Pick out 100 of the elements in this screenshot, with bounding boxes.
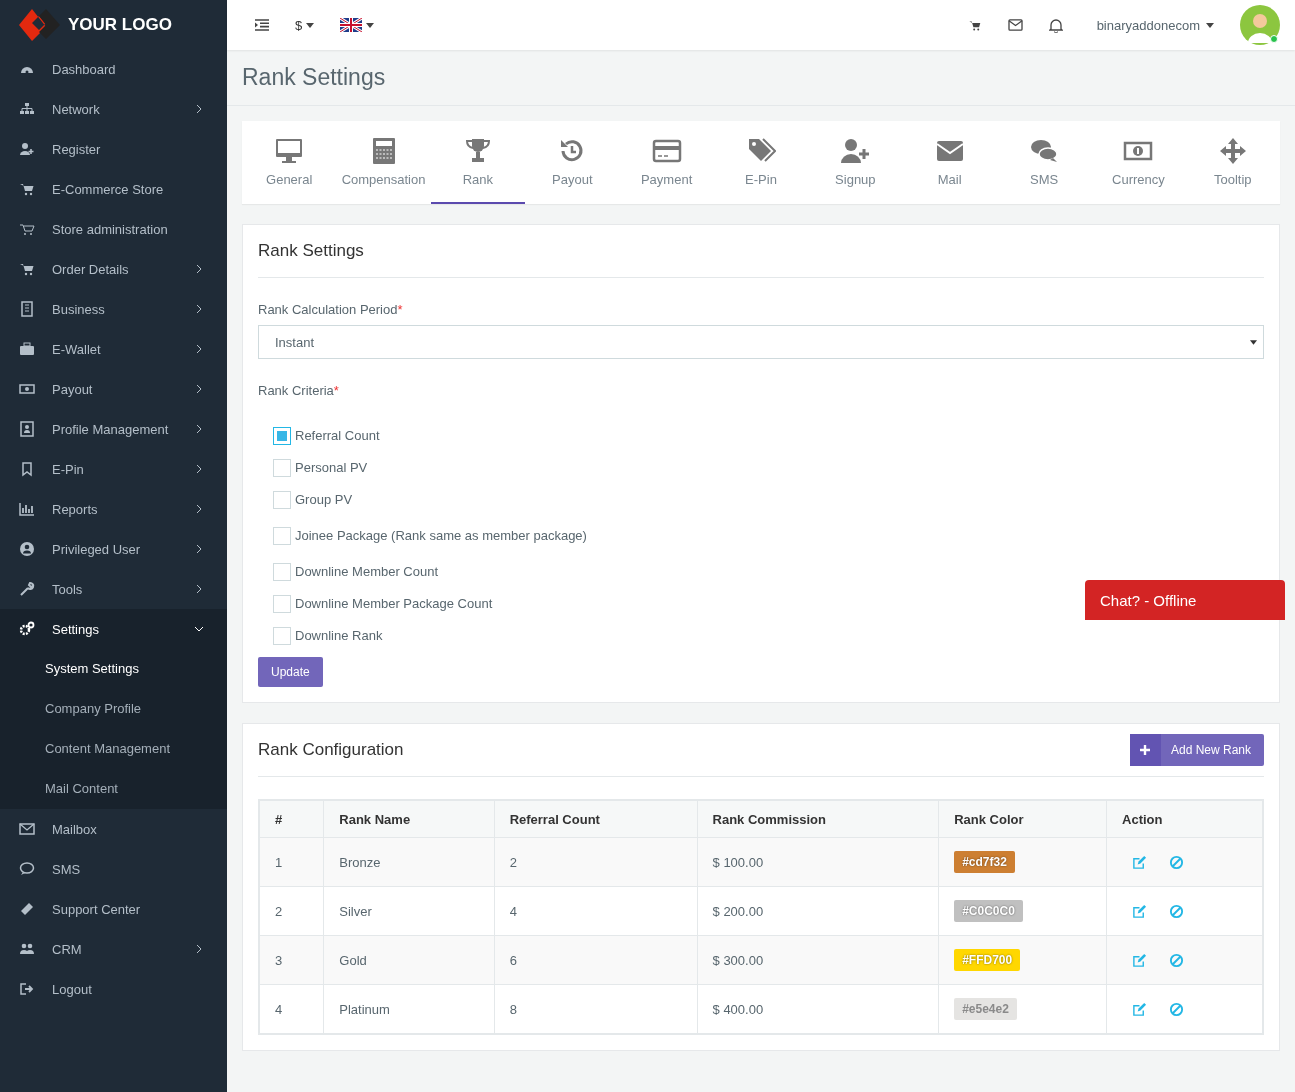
table-cell: 3 [259, 935, 324, 985]
settings-tab[interactable]: General [242, 121, 337, 204]
checkbox-label: Personal PV [295, 460, 368, 475]
sidebar-item[interactable]: Support Center [0, 889, 227, 929]
sidebar-item[interactable]: Settings [0, 609, 227, 649]
checkbox-label: Group PV [295, 492, 353, 507]
checkbox[interactable] [273, 458, 291, 477]
user-plus-icon [840, 136, 871, 166]
sidebar-item[interactable]: Tools [0, 569, 227, 609]
column-header: Rank Color [938, 800, 1107, 838]
color-badge: #FFD700 [954, 949, 1021, 971]
cart-icon[interactable] [967, 18, 982, 32]
sidebar-item[interactable]: E-Commerce Store [0, 169, 227, 209]
sidebar-subitem[interactable]: Mail Content [0, 769, 227, 809]
checkbox[interactable] [273, 626, 291, 645]
envelope-icon[interactable] [1007, 18, 1023, 32]
sidebar-item[interactable]: Order Details [0, 249, 227, 289]
sidebar-item[interactable]: Register [0, 129, 227, 169]
field-label: Rank Calculation Period* [258, 302, 404, 317]
checkbox-label: Downline Member Count [295, 564, 439, 579]
block-icon[interactable] [1169, 854, 1185, 870]
checkbox-label: Referral Count [295, 428, 380, 443]
checkbox[interactable] [273, 426, 291, 445]
sidebar-item[interactable]: Business [0, 289, 227, 329]
sidebar-item[interactable]: Reports [0, 489, 227, 529]
bookmark-icon [19, 461, 35, 477]
card-title: Rank Configuration [258, 740, 404, 760]
sidebar-item[interactable]: Dashboard [0, 49, 227, 89]
menu-icon[interactable] [255, 19, 269, 31]
sidebar-subitem[interactable]: Company Profile [0, 689, 227, 729]
monitor-icon [274, 136, 305, 166]
table-cell: 1 [259, 837, 324, 887]
settings-tab[interactable]: Rank [430, 121, 526, 204]
field-label: Rank Criteria* [258, 383, 340, 398]
edit-icon[interactable] [1132, 854, 1148, 870]
settings-tab[interactable]: Payout [525, 121, 620, 204]
chat-widget-button[interactable]: Chat? - Offline [1085, 580, 1285, 620]
settings-tab[interactable]: Signup [808, 121, 903, 204]
cart-icon [19, 261, 35, 277]
settings-tab[interactable]: SMS [996, 121, 1092, 204]
sidebar-item[interactable]: Payout [0, 369, 227, 409]
chat-bubble-icon [19, 861, 35, 877]
block-icon[interactable] [1169, 903, 1185, 919]
column-header: Rank Commission [697, 800, 939, 838]
sidebar-subitem[interactable]: Content Management [0, 729, 227, 769]
envelope-icon [19, 821, 35, 837]
page-title: Rank Settings [227, 50, 1295, 106]
user-plus-icon [19, 141, 35, 157]
user-menu[interactable]: binaryaddonecom [1096, 17, 1214, 33]
column-header: Rank Name [323, 800, 495, 838]
checkbox[interactable] [273, 490, 291, 509]
checkbox[interactable] [273, 526, 291, 545]
settings-tab[interactable]: Mail [902, 121, 997, 204]
sidebar-item[interactable]: Store administration [0, 209, 227, 249]
sidebar-item[interactable]: SMS [0, 849, 227, 889]
settings-tab[interactable]: Compensation [336, 121, 431, 204]
settings-tab[interactable]: E-Pin [713, 121, 809, 204]
add-new-rank-button[interactable]: Add New Rank [1129, 734, 1264, 766]
settings-tab[interactable]: Currency [1091, 121, 1186, 204]
table-cell: 2 [259, 886, 324, 936]
edit-icon[interactable] [1132, 952, 1148, 968]
bell-icon[interactable] [1048, 17, 1063, 33]
sidebar-item[interactable]: E-Pin [0, 449, 227, 489]
language-dropdown[interactable] [340, 18, 375, 32]
edit-icon[interactable] [1132, 1001, 1148, 1017]
checkbox[interactable] [273, 562, 291, 581]
table-cell: 6 [494, 935, 698, 985]
currency-dropdown[interactable]: $ [295, 17, 315, 33]
building-icon [19, 301, 35, 317]
settings-tab[interactable]: Payment [619, 121, 714, 204]
block-icon[interactable] [1169, 952, 1185, 968]
column-header: Referral Count [494, 800, 698, 838]
column-header: Action [1106, 800, 1263, 838]
cart-outline-icon [19, 221, 35, 237]
sidebar-item[interactable]: E-Wallet [0, 329, 227, 369]
column-header: # [259, 800, 324, 838]
update-button[interactable]: Update [258, 657, 323, 687]
settings-tab[interactable]: Tooltip [1185, 121, 1280, 204]
sidebar-item[interactable]: Profile Management [0, 409, 227, 449]
caret-icon [366, 22, 375, 28]
logo-icon [18, 7, 60, 42]
checkbox-label: Downline Member Package Count [295, 596, 493, 611]
table-cell: 2 [494, 837, 698, 887]
sitemap-icon [19, 101, 35, 117]
sidebar-item[interactable]: Privileged User [0, 529, 227, 569]
money-icon [19, 381, 35, 397]
period-select[interactable]: Instant [258, 325, 1264, 359]
checkbox[interactable] [273, 594, 291, 613]
users-icon [19, 941, 35, 957]
avatar-icon[interactable] [1240, 5, 1280, 45]
edit-icon[interactable] [1132, 903, 1148, 919]
logo-text: YOUR LOGO [68, 14, 172, 35]
user-circle-icon [19, 541, 35, 557]
sidebar-item[interactable]: Mailbox [0, 809, 227, 849]
color-badge: #cd7f32 [954, 851, 1015, 873]
block-icon[interactable] [1169, 1001, 1185, 1017]
sidebar-subitem[interactable]: System Settings [0, 649, 227, 689]
sidebar-item[interactable]: Logout [0, 969, 227, 1009]
sidebar-item[interactable]: CRM [0, 929, 227, 969]
sidebar-item[interactable]: Network [0, 89, 227, 129]
